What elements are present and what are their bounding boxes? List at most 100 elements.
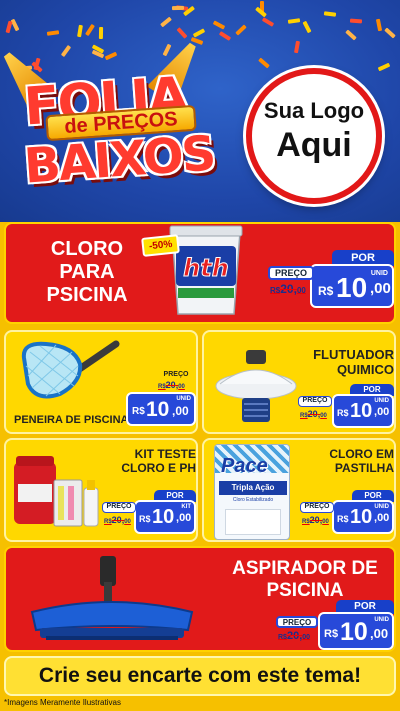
old-currency: R$	[158, 384, 166, 390]
package-line2: Cloro Estabilizado	[232, 497, 274, 503]
old-price-int: 20	[165, 380, 176, 390]
confetti-piece	[235, 24, 247, 36]
new-price-int: 10	[340, 618, 368, 646]
confetti-piece	[46, 30, 60, 36]
old-price: R$20,00	[302, 515, 329, 525]
logo-text-line2: Aqui	[276, 126, 352, 164]
price-preco-label: PREÇO	[276, 616, 318, 628]
currency: R$	[132, 406, 145, 417]
confetti-piece	[10, 18, 20, 31]
new-price-box: R$ 10 ,00 KIT	[134, 500, 196, 534]
product-name: PENEIRA DE PISCINA	[14, 414, 129, 426]
old-price-dec: 00	[322, 519, 329, 525]
logo-text-line1: Sua Logo	[263, 98, 365, 123]
confetti-piece	[384, 27, 397, 39]
confetti-piece	[176, 26, 188, 39]
product-card-kit-teste[interactable]: KIT TESTE CLORO E PH POR R$ 10 ,00 KIT P…	[4, 438, 198, 542]
old-currency: R$	[270, 286, 281, 295]
new-price-box: R$ 10 ,00 UNID	[126, 392, 196, 426]
package-brand: Pace	[221, 455, 268, 477]
old-price-int: 20	[111, 515, 122, 525]
price-preco-label: PREÇO	[298, 396, 332, 407]
confetti-piece	[5, 20, 13, 34]
confetti-piece	[213, 20, 226, 30]
product-name: CLORO EM PASTILHA	[298, 447, 394, 476]
folia-precos-baixos-logo: FOLIA BAIXOS de PREÇOS	[18, 62, 216, 194]
product-name-line: QUIMICO	[336, 361, 394, 377]
new-price-dec: 00	[373, 626, 389, 641]
package-line1: Tripla Ação	[219, 481, 287, 495]
header-banner: FOLIA BAIXOS de PREÇOS Sua Logo Aqui	[0, 0, 400, 222]
product-name-line: CLORO	[50, 238, 124, 260]
confetti-piece	[377, 62, 390, 72]
new-price-dec-wrap: ,00	[172, 404, 189, 418]
price-tag: PREÇO R$20,00 R$ 10 ,00 UNID	[126, 370, 196, 428]
old-price-dec: 00	[296, 286, 306, 295]
new-price-dec-wrap: ,00	[374, 406, 390, 418]
disclaimer-text: *Imagens Meramente Ilustrativas	[4, 698, 121, 707]
currency: R$	[318, 284, 334, 298]
confetti-piece	[171, 6, 185, 11]
new-price-dec: 00	[179, 512, 192, 524]
old-price-int: 20	[280, 282, 294, 296]
product-name-line: FLUTUADOR	[313, 347, 394, 362]
product-name: KIT TESTE CLORO E PH	[100, 447, 196, 476]
old-price: R$20,00	[104, 515, 131, 525]
old-price-dec: 00	[320, 413, 327, 419]
price-preco-label: PREÇO	[102, 502, 136, 513]
old-price-int: 20	[286, 630, 300, 642]
new-price-dec-wrap: ,00	[370, 280, 391, 297]
product-name-line: PSICINA	[46, 284, 128, 306]
new-price-box: R$ 10 ,00 UNID	[332, 500, 394, 534]
old-price-dec: 00	[178, 384, 185, 390]
currency: R$	[337, 514, 349, 524]
product-card-cloro-pastilha[interactable]: Pace Tripla Ação Cloro Estabilizado CLOR…	[202, 438, 396, 542]
product-name: ASPIRADOR DE PSICINA	[220, 558, 390, 602]
product-name-line: PARA	[59, 261, 115, 283]
old-price: R$20,00	[300, 409, 327, 419]
new-price-dec: 00	[374, 280, 391, 297]
discount-badge: -50%	[141, 234, 181, 257]
confetti-piece	[105, 51, 118, 61]
unit-label: UNID	[176, 396, 191, 402]
confetti-piece	[76, 25, 83, 38]
confetti-piece	[349, 18, 362, 23]
confetti-piece	[162, 43, 172, 56]
chemical-floater-image	[215, 350, 297, 422]
product-card-flutuador[interactable]: FLUTUADOR QUIMICO POR R$ 10 ,00 UNID PRE…	[202, 330, 396, 434]
price-tag: POR R$ 10 ,00 UNID PREÇO R$20,00	[298, 384, 394, 430]
new-price-box: R$ 10 ,00 UNID	[310, 264, 394, 308]
new-price-int: 10	[336, 272, 368, 303]
old-currency: R$	[300, 413, 308, 419]
confetti-piece	[190, 37, 204, 46]
old-currency: R$	[104, 519, 112, 525]
product-card-peneira[interactable]: PENEIRA DE PISCINA PREÇO R$20,00 R$ 10 ,…	[4, 330, 198, 434]
confetti-piece	[375, 18, 382, 32]
product-card-aspirador[interactable]: ASPIRADOR DE PSICINA POR R$ 10 ,00 UNID …	[4, 546, 396, 652]
new-price-int: 10	[350, 506, 373, 528]
confetti-piece	[160, 16, 173, 28]
new-price-dec-wrap: ,00	[374, 512, 390, 524]
cta-banner[interactable]: Crie seu encarte com este tema!	[4, 656, 396, 696]
product-card-cloro[interactable]: CLORO PARA PSICINA hth -50% POR R$ 10 ,0…	[4, 222, 396, 324]
new-price-dec-wrap: ,00	[176, 512, 192, 524]
store-logo-placeholder[interactable]: Sua Logo Aqui	[246, 68, 382, 204]
product-name-line: CLORO EM	[329, 447, 394, 461]
pace-package-image: Pace Tripla Ação Cloro Estabilizado	[214, 444, 290, 540]
pool-vacuum-head-image	[30, 556, 194, 640]
new-price-int: 10	[152, 506, 175, 528]
confetti-piece	[323, 11, 337, 17]
new-price-box: R$ 10 ,00 UNID	[318, 612, 394, 650]
unit-label: UNID	[370, 270, 388, 277]
product-name-line: CLORO E PH	[121, 460, 196, 475]
confetti-piece	[302, 20, 312, 33]
product-name: CLORO PARA PSICINA	[22, 238, 152, 307]
new-price-dec: 00	[377, 512, 390, 524]
old-currency: R$	[302, 519, 310, 525]
confetti-piece	[261, 16, 275, 27]
old-currency: R$	[278, 634, 287, 641]
new-price-int: 10	[146, 398, 170, 421]
unit-label: UNID	[374, 504, 389, 510]
old-price-dec: 00	[302, 634, 311, 641]
new-price-dec: 00	[377, 406, 390, 418]
